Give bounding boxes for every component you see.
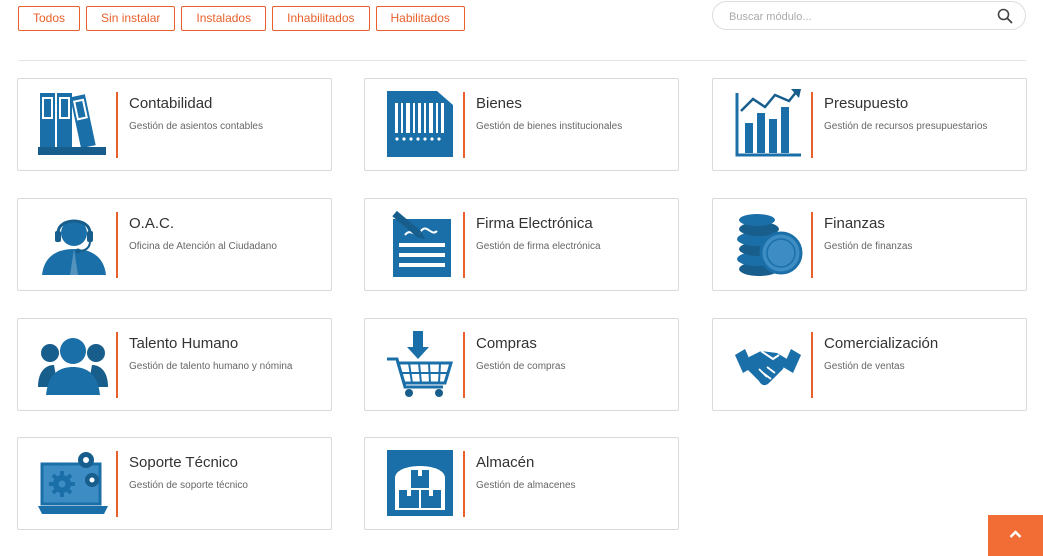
module-card-talento-humano[interactable]: Talento Humano Gestión de talento humano… bbox=[17, 318, 332, 411]
coins-icon bbox=[737, 214, 803, 276]
module-description: Oficina de Atención al Ciudadano bbox=[129, 241, 277, 252]
module-card-soporte-tecnico[interactable]: Soporte Técnico Gestión de soporte técni… bbox=[17, 437, 332, 530]
module-description: Gestión de almacenes bbox=[476, 480, 576, 491]
accent-bar bbox=[811, 212, 813, 278]
accent-bar bbox=[116, 451, 118, 517]
module-description: Gestión de talento humano y nómina bbox=[129, 361, 293, 372]
chevron-up-icon bbox=[1009, 530, 1022, 538]
filter-todos-button[interactable]: Todos bbox=[18, 6, 81, 31]
module-description: Gestión de compras bbox=[476, 361, 566, 372]
module-card-finanzas[interactable]: Finanzas Gestión de finanzas bbox=[712, 198, 1027, 291]
module-title: O.A.C. bbox=[129, 215, 175, 232]
module-card-compras[interactable]: Compras Gestión de compras bbox=[364, 318, 679, 411]
module-card-bienes[interactable]: Bienes Gestión de bienes institucionales bbox=[364, 78, 679, 171]
module-description: Gestión de firma electrónica bbox=[476, 241, 601, 252]
module-description: Gestión de asientos contables bbox=[129, 121, 263, 132]
shopping-cart-icon bbox=[387, 331, 454, 397]
module-card-oac[interactable]: O.A.C. Oficina de Atención al Ciudadano bbox=[17, 198, 332, 291]
filter-bar: Todos Sin instalar Instalados Inhabilita… bbox=[18, 6, 465, 31]
module-description: Gestión de recursos presupuestarios bbox=[824, 121, 988, 132]
module-card-firma-electronica[interactable]: Firma Electrónica Gestión de firma elect… bbox=[364, 198, 679, 291]
warehouse-boxes-icon bbox=[387, 450, 453, 516]
module-title: Firma Electrónica bbox=[476, 215, 593, 232]
accent-bar bbox=[463, 451, 465, 517]
barcode-icon bbox=[387, 91, 453, 157]
laptop-gears-icon bbox=[38, 452, 108, 514]
search-box bbox=[712, 1, 1026, 30]
accent-bar bbox=[116, 332, 118, 398]
module-title: Contabilidad bbox=[129, 95, 213, 112]
module-description: Gestión de finanzas bbox=[824, 241, 913, 252]
headset-agent-icon bbox=[42, 219, 106, 275]
accent-bar bbox=[116, 212, 118, 278]
module-card-comercializacion[interactable]: Comercialización Gestión de ventas bbox=[712, 318, 1027, 411]
accent-bar bbox=[463, 212, 465, 278]
module-title: Comercialización bbox=[824, 335, 939, 352]
module-title: Presupuesto bbox=[824, 95, 909, 112]
filter-sin-instalar-button[interactable]: Sin instalar bbox=[86, 6, 176, 31]
accent-bar bbox=[811, 92, 813, 158]
search-input[interactable] bbox=[727, 7, 981, 27]
module-card-almacen[interactable]: Almacén Gestión de almacenes bbox=[364, 437, 679, 530]
divider bbox=[18, 60, 1026, 61]
binders-icon bbox=[38, 93, 106, 155]
search-icon[interactable] bbox=[997, 8, 1013, 24]
accent-bar bbox=[811, 332, 813, 398]
filter-instalados-button[interactable]: Instalados bbox=[181, 6, 267, 31]
module-title: Finanzas bbox=[824, 215, 885, 232]
module-title: Compras bbox=[476, 335, 537, 352]
handshake-icon bbox=[735, 349, 801, 386]
filter-habilitados-button[interactable]: Habilitados bbox=[375, 6, 465, 31]
accent-bar bbox=[116, 92, 118, 158]
module-card-contabilidad[interactable]: Contabilidad Gestión de asientos contabl… bbox=[17, 78, 332, 171]
module-title: Talento Humano bbox=[129, 335, 239, 352]
module-title: Bienes bbox=[476, 95, 522, 112]
module-card-presupuesto[interactable]: Presupuesto Gestión de recursos presupue… bbox=[712, 78, 1027, 171]
bar-chart-icon bbox=[735, 89, 801, 157]
people-icon bbox=[38, 338, 108, 395]
module-description: Gestión de soporte técnico bbox=[129, 480, 248, 491]
module-description: Gestión de ventas bbox=[824, 361, 905, 372]
module-title: Almacén bbox=[476, 454, 535, 471]
module-title: Soporte Técnico bbox=[129, 454, 238, 471]
accent-bar bbox=[463, 92, 465, 158]
scroll-to-top-button[interactable] bbox=[988, 515, 1043, 556]
module-description: Gestión de bienes institucionales bbox=[476, 121, 623, 132]
accent-bar bbox=[463, 332, 465, 398]
filter-inhabilitados-button[interactable]: Inhabilitados bbox=[272, 6, 370, 31]
signature-document-icon bbox=[392, 210, 451, 277]
